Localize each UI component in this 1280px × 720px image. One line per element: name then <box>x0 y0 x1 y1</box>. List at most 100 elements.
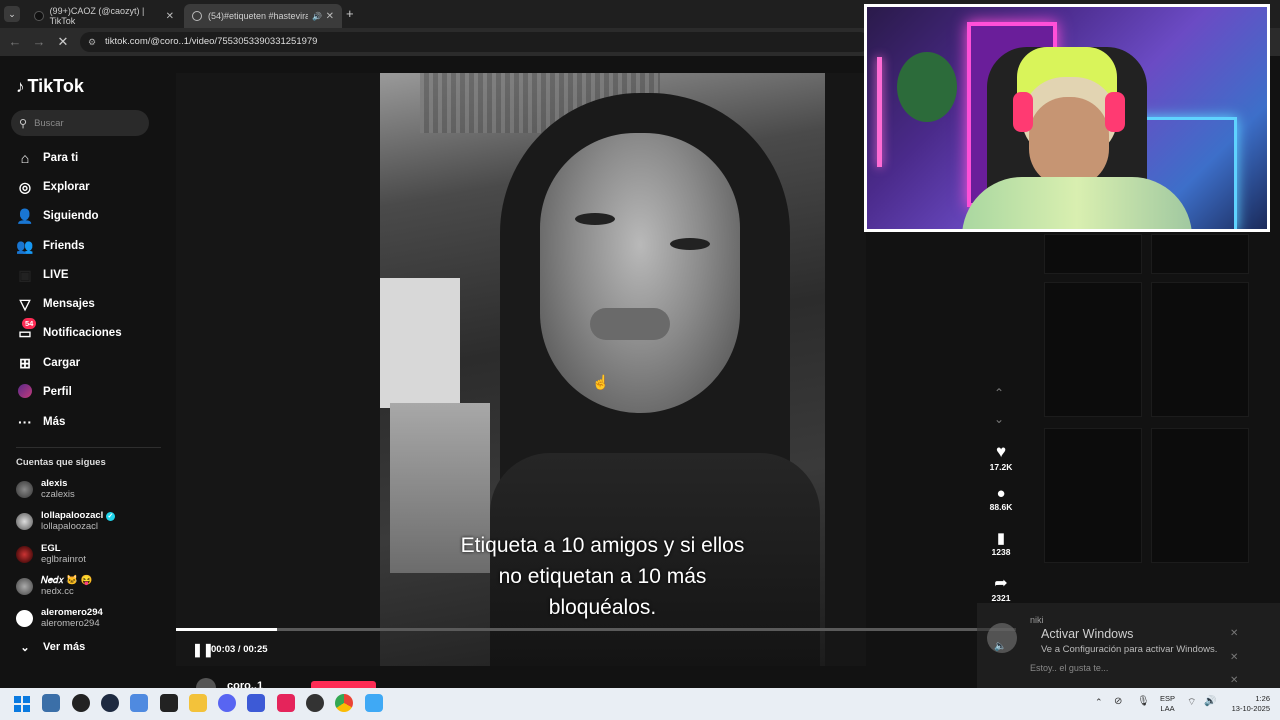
nav-label: Mensajes <box>43 298 95 310</box>
following-account[interactable]: lollapaloozacl ✓ lollapaloozacl <box>16 507 166 535</box>
app-icon[interactable] <box>306 694 324 712</box>
nav-siguiendo[interactable]: 👤 Siguiendo <box>16 205 166 227</box>
avatar-icon <box>16 383 34 401</box>
streamer-shirt <box>962 177 1192 229</box>
verified-icon: ✓ <box>105 512 115 521</box>
following-icon: 👤 <box>16 207 34 224</box>
lang-layout: LAA <box>1160 704 1175 713</box>
loading-icon <box>192 11 202 21</box>
see-more-button[interactable]: ⌄ Ver más <box>16 636 166 658</box>
close-tab-icon[interactable]: ✕ <box>166 11 174 22</box>
search-icon: ⚲ <box>19 117 28 130</box>
nav-explorar[interactable]: ◎ Explorar <box>16 176 166 198</box>
video-thumbnail[interactable] <box>1151 234 1249 274</box>
nav-label: Más <box>43 416 66 428</box>
nav-cargar[interactable]: ⊞ Cargar <box>16 352 166 374</box>
account-name: aleromero294 <box>41 607 103 618</box>
send-icon: ▽ <box>19 295 31 312</box>
nav-para-ti[interactable]: ⌂ Para ti <box>16 147 166 169</box>
follow-button[interactable] <box>311 681 376 688</box>
tab-etiqueten[interactable]: (54)#etiqueten #hasteviral 🔊 ✕ <box>184 4 342 28</box>
tab-search-button[interactable]: ⌄ <box>4 6 20 22</box>
close-icon[interactable]: ✕ <box>1230 675 1238 686</box>
stop-loading-button[interactable]: ✕ <box>54 33 72 51</box>
close-tab-icon[interactable]: ✕ <box>326 11 334 22</box>
video-thumbnail[interactable] <box>1151 428 1249 563</box>
clock[interactable]: 1:26 13-10-2025 <box>1222 694 1270 714</box>
nav-mensajes[interactable]: ▽ Mensajes <box>16 293 166 315</box>
video-thumbnail[interactable] <box>1151 282 1249 417</box>
video-caption-line: no etiquetan a 10 más <box>498 565 707 588</box>
search-input[interactable]: Buscar <box>34 118 64 129</box>
following-account[interactable]: 𝑁𝑒𝑑𝑥 🐱 😝 nedx.cc <box>16 572 166 600</box>
file-explorer-icon[interactable] <box>189 694 207 712</box>
share-button[interactable]: ➦ 2321 <box>985 573 1017 603</box>
app-icon[interactable] <box>101 694 119 712</box>
tab-label: (99+)CAOZ (@caozyt) | TikTok <box>49 6 145 26</box>
following-account[interactable]: aleromero294 aleromero294 <box>16 604 166 632</box>
following-account[interactable]: alexis czalexis <box>16 475 166 503</box>
app-icon[interactable] <box>365 694 383 712</box>
close-icon[interactable]: ✕ <box>1230 628 1238 639</box>
wifi-icon[interactable]: ⌔ <box>1187 696 1196 709</box>
discord-icon[interactable] <box>218 694 236 712</box>
nav-notificaciones[interactable]: ▭ 54 Notificaciones <box>16 317 166 344</box>
account-handle: lollapaloozacl <box>41 521 99 532</box>
headphone-right <box>1105 92 1125 132</box>
video-caption-line: Etiqueta a 10 amigos y si ellos <box>460 534 745 557</box>
search-bar[interactable]: ⚲ Buscar <box>11 110 149 136</box>
share-count: 2321 <box>991 593 1011 603</box>
home-icon: ⌂ <box>20 150 30 166</box>
app-icon[interactable] <box>72 694 90 712</box>
toast-text: Estoy.. el gusta te... <box>1030 663 1109 673</box>
eye-left <box>575 213 615 225</box>
video-time: 00:03 / 00:25 <box>211 644 268 655</box>
share-arrow-icon: ➦ <box>994 575 1008 592</box>
video-progress-track[interactable] <box>176 628 1016 631</box>
app-icon[interactable] <box>277 694 295 712</box>
tray-chevron-icon[interactable]: ⌃ <box>1095 697 1103 708</box>
following-account[interactable]: EGL eglbrainrot <box>16 540 166 568</box>
speaker-icon[interactable]: 🔊 <box>1204 696 1216 707</box>
tiktok-logo[interactable]: ♪ TikTok <box>16 76 84 97</box>
chrome-icon[interactable] <box>335 694 353 712</box>
microphone-icon[interactable]: 🎙 <box>1137 696 1150 707</box>
epic-games-icon[interactable] <box>160 694 178 712</box>
close-icon[interactable]: ✕ <box>1230 652 1238 663</box>
back-button[interactable]: ← <box>6 33 24 51</box>
nav-mas[interactable]: ··· Más <box>16 411 166 433</box>
app-icon[interactable] <box>247 694 265 712</box>
volume-icon[interactable]: 🔈 <box>994 641 1006 652</box>
nav-perfil[interactable]: Perfil <box>16 381 166 403</box>
eye-right <box>670 238 710 250</box>
previous-video-button[interactable]: ⌃ <box>994 386 1004 400</box>
task-view-icon[interactable] <box>42 694 60 712</box>
nav-friends[interactable]: 👥 Friends <box>16 235 166 257</box>
bookmark-icon: ▮ <box>996 530 1006 547</box>
tab-caoz[interactable]: (99+)CAOZ (@caozyt) | TikTok ✕ <box>26 4 182 28</box>
app-icon[interactable] <box>130 694 148 712</box>
save-button[interactable]: ▮ 1238 <box>985 529 1017 557</box>
video-thumbnail[interactable] <box>1044 234 1142 274</box>
nav-label: Cargar <box>43 357 81 369</box>
face-shape <box>540 133 740 413</box>
account-handle: czalexis <box>41 489 75 500</box>
nav-label: Notificaciones <box>43 327 122 339</box>
nav-live[interactable]: ▣ LIVE <box>16 264 166 286</box>
comment-button[interactable]: ● 88.6K <box>985 485 1017 512</box>
next-video-button[interactable]: ⌄ <box>994 412 1004 426</box>
audio-playing-icon[interactable]: 🔊 <box>312 12 322 21</box>
like-button[interactable]: ♥ 17.2K <box>985 442 1017 472</box>
clock-date: 13-10-2025 <box>1231 704 1270 713</box>
language-indicator[interactable]: ESP LAA <box>1160 694 1175 714</box>
video-thumbnail[interactable] <box>1044 282 1142 417</box>
site-info-icon[interactable]: ⚙ <box>88 32 96 52</box>
url-field[interactable]: ⚙ tiktok.com/@coro..1/video/755305339033… <box>80 32 870 52</box>
video-thumbnail[interactable] <box>1044 428 1142 563</box>
network-icon[interactable]: ⊘ <box>1114 696 1122 707</box>
forward-button[interactable]: → <box>30 33 48 51</box>
new-tab-button[interactable]: + <box>346 6 354 21</box>
lips <box>590 308 670 340</box>
nav-label: Friends <box>43 240 85 252</box>
windows-start-button[interactable] <box>14 696 30 712</box>
